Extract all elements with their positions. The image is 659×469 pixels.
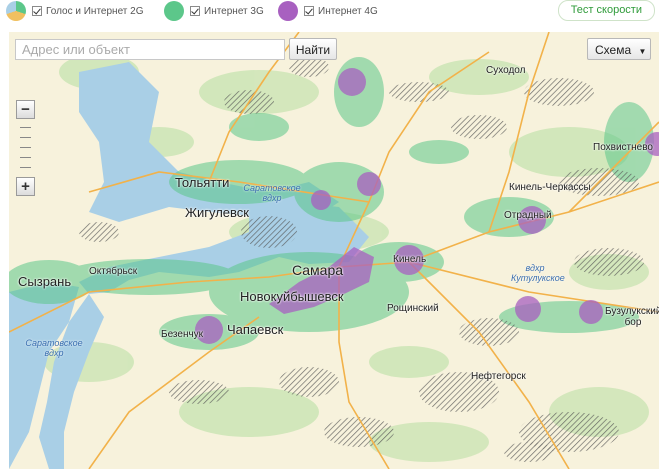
label-pokhvistnevo: Похвистнево — [593, 142, 653, 153]
legend-3g-checkbox[interactable] — [190, 6, 200, 16]
legend-3g[interactable]: Интернет 3G — [164, 1, 264, 21]
label-otradny: Отрадный — [504, 210, 552, 221]
legend-2g-checkbox[interactable] — [32, 6, 42, 16]
zoom-control[interactable]: − + — [16, 100, 35, 196]
label-neftegorsk: Нефтегорск — [471, 371, 526, 382]
label-chapaevsk: Чапаевск — [227, 322, 284, 337]
map-canvas — [9, 32, 659, 469]
label-saratov-reservoir-north: Саратовское вдхр — [243, 183, 301, 203]
legend-2g[interactable]: Голос и Интернет 2G — [6, 1, 144, 21]
label-samara: Самара — [292, 262, 344, 278]
find-button[interactable]: Найти — [289, 38, 337, 60]
label-kinel-cherkassy: Кинель-Черкассы — [509, 182, 591, 193]
speed-test-button[interactable]: Тест скорости — [557, 0, 655, 21]
top-legend-bar: Голос и Интернет 2G Интернет 3G Интернет… — [0, 0, 659, 22]
coverage-3g-icon — [164, 1, 184, 21]
coverage-map[interactable]: Адрес или объект Найти Схема ▼ − + Самар… — [9, 32, 659, 469]
label-tolyatti: Тольятти — [175, 175, 230, 190]
legend-4g-label: Интернет 4G — [318, 5, 378, 17]
chevron-down-icon: ▼ — [638, 47, 647, 56]
legend-4g-checkbox[interactable] — [304, 6, 314, 16]
legend-3g-label: Интернет 3G — [204, 5, 264, 17]
label-oktyabrsk: Октябрьск — [89, 266, 138, 277]
legend-4g[interactable]: Интернет 4G — [278, 1, 378, 21]
label-bezenchuk: Безенчук — [161, 329, 204, 340]
label-saratov-reservoir-south: Саратовское вдхр — [25, 338, 83, 358]
zoom-out-button[interactable]: − — [16, 100, 35, 119]
label-syzran: Сызрань — [18, 274, 72, 289]
coverage-2g-icon — [6, 1, 26, 21]
minus-icon: − — [21, 101, 30, 118]
zoom-slider[interactable] — [16, 119, 35, 177]
label-buzuluksky-bor: Бузулукский бор — [605, 306, 659, 328]
label-kutuluk-reservoir: вдхр Кутулукское — [511, 263, 565, 283]
label-novokuybyshevsk: Новокуйбышевск — [240, 289, 344, 304]
plus-icon: + — [21, 178, 30, 195]
map-type-value: Схема — [595, 43, 632, 57]
map-type-select[interactable]: Схема ▼ — [587, 38, 651, 60]
legend-2g-label: Голос и Интернет 2G — [46, 5, 144, 17]
zoom-in-button[interactable]: + — [16, 177, 35, 196]
label-zhigulevsk: Жигулевск — [185, 205, 249, 220]
label-kinel: Кинель — [393, 254, 427, 265]
coverage-4g-icon — [278, 1, 298, 21]
label-roshchinsky: Рощинский — [387, 303, 439, 314]
label-sukhodol: Суходол — [486, 65, 526, 76]
search-input[interactable]: Адрес или объект — [15, 39, 285, 60]
